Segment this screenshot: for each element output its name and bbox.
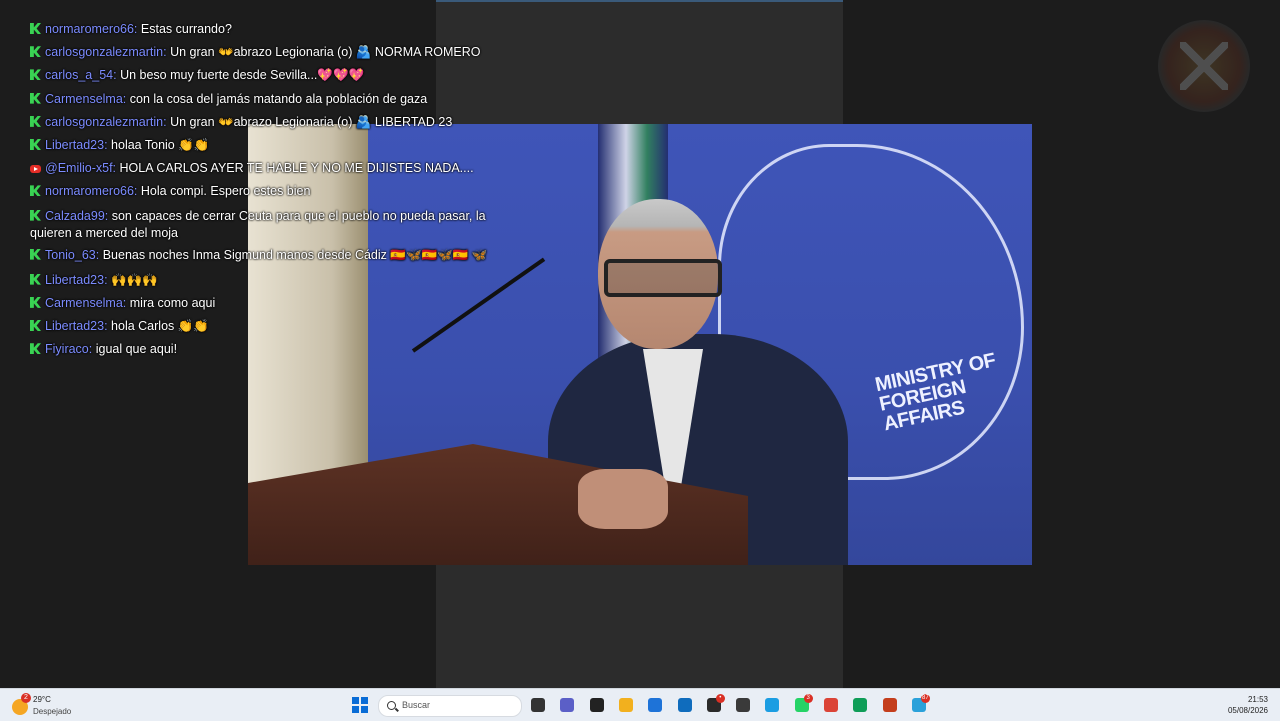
chat-message: Carmenselma: mira como aqui [30, 292, 500, 315]
youtube-icon [30, 165, 41, 174]
chat-text: con la cosa del jamás matando ala poblac… [129, 91, 428, 106]
chat-text: Un gran 👐abrazo Legionaria (o) 🫂 NORMA R… [170, 45, 481, 60]
kick-icon [30, 273, 41, 285]
chat-text: mira como aqui [129, 295, 216, 310]
start-button[interactable] [352, 697, 368, 713]
taskbar-search[interactable]: Buscar [378, 695, 522, 717]
chat-username[interactable]: Carmenselma: [45, 92, 126, 106]
taskbar: 2 29°C Despejado Buscar • 3 87 21:53 05/08… [0, 688, 1280, 721]
powerpoint-icon[interactable] [882, 698, 897, 712]
chat-text: holaa Tonio 👏👏 [111, 138, 210, 153]
obs-icon[interactable]: • [706, 694, 725, 712]
chat-message: carlos_a_54: Un beso muy fuerte desde Se… [30, 64, 500, 87]
chat-username[interactable]: Libertad23: [45, 138, 108, 152]
teams-icon[interactable] [560, 698, 575, 712]
kick-icon [30, 23, 41, 34]
chat-text: Buenas noches Inma Sigmund manos desde C… [102, 247, 488, 262]
kick-icon [30, 248, 41, 260]
edge-icon[interactable] [765, 698, 780, 712]
microsoft-store-icon[interactable] [648, 698, 663, 712]
chat-message: Libertad23: holaa Tonio 👏👏 [30, 134, 500, 157]
chrome-profile-icon[interactable] [853, 698, 868, 712]
chat-text: Un beso muy fuerte desde Sevilla...💖💖💖 [120, 68, 365, 83]
chat-username[interactable]: @Emilio-x5f: [45, 161, 116, 175]
chrome-icon[interactable] [824, 698, 838, 712]
chat-message: normaromero66: Estas currando? [30, 18, 500, 41]
file-explorer-icon[interactable] [618, 698, 633, 712]
kick-icon [30, 46, 41, 58]
chat-username[interactable]: normaromero66: [45, 22, 137, 36]
search-placeholder: Buscar [402, 700, 431, 710]
kick-icon [30, 320, 41, 332]
app-badge: 87 [920, 694, 930, 703]
chat-message: Calzada99: son capaces de cerrar Ceuta p… [30, 208, 500, 242]
chat-text: Estas currando? [140, 22, 232, 36]
chat-message: Libertad23: 🙌🙌🙌 [30, 269, 500, 292]
chat-username[interactable]: Carmenselma: [45, 296, 126, 310]
weather-widget[interactable]: 2 29°C Despejado [12, 693, 92, 719]
kick-icon [30, 69, 41, 81]
chat-message: Libertad23: hola Carlos 👏👏 [30, 315, 500, 338]
app-badge: 3 [803, 694, 813, 703]
chat-username[interactable]: Calzada99: [45, 209, 108, 223]
kick-icon [30, 139, 41, 151]
chat-text: Hola compi. Espero estes bien [140, 184, 311, 199]
chat-username[interactable]: carlos_a_54: [45, 68, 117, 82]
chat-text: igual que aqui! [95, 342, 178, 357]
kick-icon [30, 115, 41, 127]
chat-text: HOLA CARLOS AYER TE HABLE Y NO ME DIJIST… [119, 161, 474, 176]
chat-username[interactable]: carlosgonzalezmartin: [45, 45, 167, 59]
chat-username[interactable]: Libertad23: [45, 319, 108, 333]
chat-message: Carmenselma: con la cosa del jamás matan… [30, 88, 500, 111]
chat-overlay: normaromero66: Estas currando? carlosgon… [30, 18, 500, 368]
notification-badge: 2 [21, 693, 31, 703]
chat-message: @Emilio-x5f: HOLA CARLOS AYER TE HABLE Y… [30, 157, 500, 180]
chat-username[interactable]: Fiyiraco: [45, 342, 92, 356]
chat-message: carlosgonzalezmartin: Un gran 👐abrazo Le… [30, 111, 500, 134]
task-view-icon[interactable] [531, 698, 545, 712]
clock-date: 05/08/2026 [1227, 706, 1268, 715]
telegram-icon[interactable]: 87 [911, 694, 930, 712]
chat-message: Fiyiraco: igual que aqui! [30, 338, 500, 361]
clock-time: 21:53 [1247, 695, 1268, 704]
chat-username[interactable]: carlosgonzalezmartin: [45, 115, 167, 129]
chat-username[interactable]: Tonio_63: [45, 248, 99, 262]
kick-icon [30, 343, 41, 355]
channel-logo [1158, 20, 1250, 112]
chat-username[interactable]: normaromero66: [45, 184, 137, 198]
kick-icon [30, 92, 41, 104]
kick-icon [30, 185, 41, 197]
cube-app-icon[interactable] [736, 698, 751, 712]
outlook-icon[interactable] [677, 698, 692, 712]
capcut-icon[interactable] [589, 698, 604, 712]
chat-message: normaromero66: Hola compi. Espero estes … [30, 180, 500, 203]
system-clock[interactable]: 21:53 05/08/2026 [1228, 694, 1268, 716]
weather-temp: 29°C [33, 695, 51, 704]
chat-username[interactable]: Libertad23: [45, 273, 108, 287]
chat-message: Tonio_63: Buenas noches Inma Sigmund man… [30, 247, 500, 264]
search-icon [387, 701, 396, 710]
chat-text: hola Carlos 👏👏 [111, 319, 209, 334]
kick-icon [30, 209, 41, 221]
kick-icon [30, 296, 41, 308]
chat-message: carlosgonzalezmartin: Un gran 👐abrazo Le… [30, 41, 500, 64]
chat-text: Un gran 👐abrazo Legionaria (o) 🫂 LIBERTA… [170, 114, 453, 129]
whatsapp-icon[interactable]: 3 [794, 694, 813, 712]
weather-desc: Despejado [33, 707, 72, 716]
chat-text: 🙌🙌🙌 [111, 272, 158, 287]
app-badge: • [715, 694, 725, 703]
